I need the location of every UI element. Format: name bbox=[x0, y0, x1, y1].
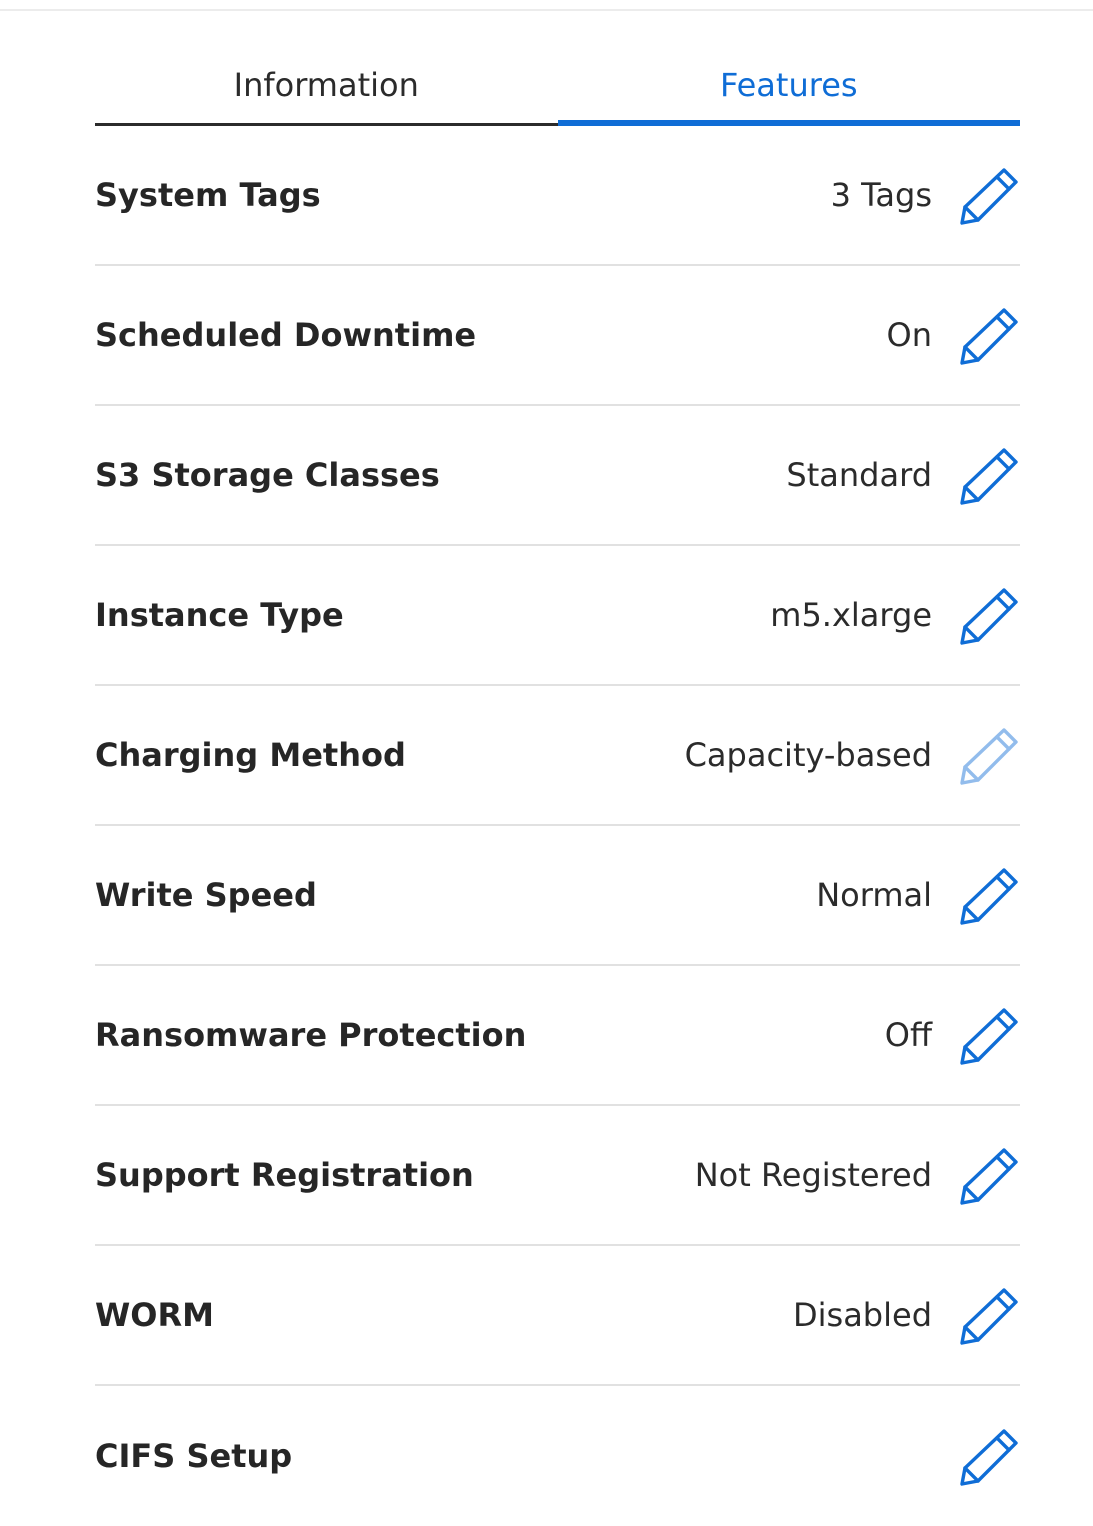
feature-value: On bbox=[886, 316, 932, 354]
edit-instance-type-button[interactable] bbox=[958, 584, 1020, 646]
feature-row-cifs-setup: CIFS Setup bbox=[95, 1386, 1020, 1526]
feature-row-instance-type: Instance Type m5.xlarge bbox=[95, 546, 1020, 686]
pencil-icon bbox=[958, 304, 1020, 366]
feature-value: Not Registered bbox=[694, 1156, 932, 1194]
feature-value: Disabled bbox=[792, 1296, 932, 1334]
pencil-icon bbox=[958, 1284, 1020, 1346]
tab-bar: Information Features bbox=[95, 54, 1020, 126]
feature-row-system-tags: System Tags 3 Tags bbox=[95, 126, 1020, 266]
feature-row-s3-storage-classes: S3 Storage Classes Standard bbox=[95, 406, 1020, 546]
feature-label: Charging Method bbox=[95, 736, 406, 774]
edit-scheduled-downtime-button[interactable] bbox=[958, 304, 1020, 366]
pencil-icon bbox=[958, 1144, 1020, 1206]
feature-value: 3 Tags bbox=[830, 176, 932, 214]
pencil-icon bbox=[958, 444, 1020, 506]
edit-charging-method-button bbox=[958, 724, 1020, 786]
edit-support-registration-button[interactable] bbox=[958, 1144, 1020, 1206]
feature-label: Write Speed bbox=[95, 876, 317, 914]
feature-row-support-registration: Support Registration Not Registered bbox=[95, 1106, 1020, 1246]
feature-label: CIFS Setup bbox=[95, 1437, 293, 1475]
feature-label: Ransomware Protection bbox=[95, 1016, 527, 1054]
edit-ransomware-protection-button[interactable] bbox=[958, 1004, 1020, 1066]
feature-label: Instance Type bbox=[95, 596, 344, 634]
pencil-icon bbox=[958, 864, 1020, 926]
feature-row-ransomware-protection: Ransomware Protection Off bbox=[95, 966, 1020, 1106]
tab-information-label: Information bbox=[233, 66, 419, 104]
edit-cifs-setup-button[interactable] bbox=[958, 1425, 1020, 1487]
pencil-icon bbox=[958, 1004, 1020, 1066]
edit-worm-button[interactable] bbox=[958, 1284, 1020, 1346]
feature-value: m5.xlarge bbox=[770, 596, 932, 634]
pencil-icon bbox=[958, 164, 1020, 226]
top-divider bbox=[0, 9, 1093, 11]
tab-features-label: Features bbox=[719, 66, 858, 104]
pencil-icon bbox=[958, 1425, 1020, 1487]
feature-label: Support Registration bbox=[95, 1156, 474, 1194]
feature-value: Off bbox=[884, 1016, 932, 1054]
pencil-icon bbox=[958, 584, 1020, 646]
feature-row-charging-method: Charging Method Capacity-based bbox=[95, 686, 1020, 826]
features-list: System Tags 3 Tags Scheduled Downtime On S3 … bbox=[95, 126, 1020, 1526]
tab-features[interactable]: Features bbox=[557, 54, 1020, 126]
feature-row-write-speed: Write Speed Normal bbox=[95, 826, 1020, 966]
feature-label: S3 Storage Classes bbox=[95, 456, 440, 494]
feature-row-scheduled-downtime: Scheduled Downtime On bbox=[95, 266, 1020, 406]
feature-label: Scheduled Downtime bbox=[95, 316, 477, 354]
pencil-icon bbox=[958, 724, 1020, 786]
feature-value: Normal bbox=[816, 876, 932, 914]
feature-row-worm: WORM Disabled bbox=[95, 1246, 1020, 1386]
feature-label: System Tags bbox=[95, 176, 321, 214]
edit-system-tags-button[interactable] bbox=[958, 164, 1020, 226]
feature-value: Standard bbox=[786, 456, 932, 494]
edit-s3-storage-classes-button[interactable] bbox=[958, 444, 1020, 506]
edit-write-speed-button[interactable] bbox=[958, 864, 1020, 926]
tab-information[interactable]: Information bbox=[95, 54, 558, 126]
feature-value: Capacity-based bbox=[684, 736, 932, 774]
feature-label: WORM bbox=[95, 1296, 214, 1334]
